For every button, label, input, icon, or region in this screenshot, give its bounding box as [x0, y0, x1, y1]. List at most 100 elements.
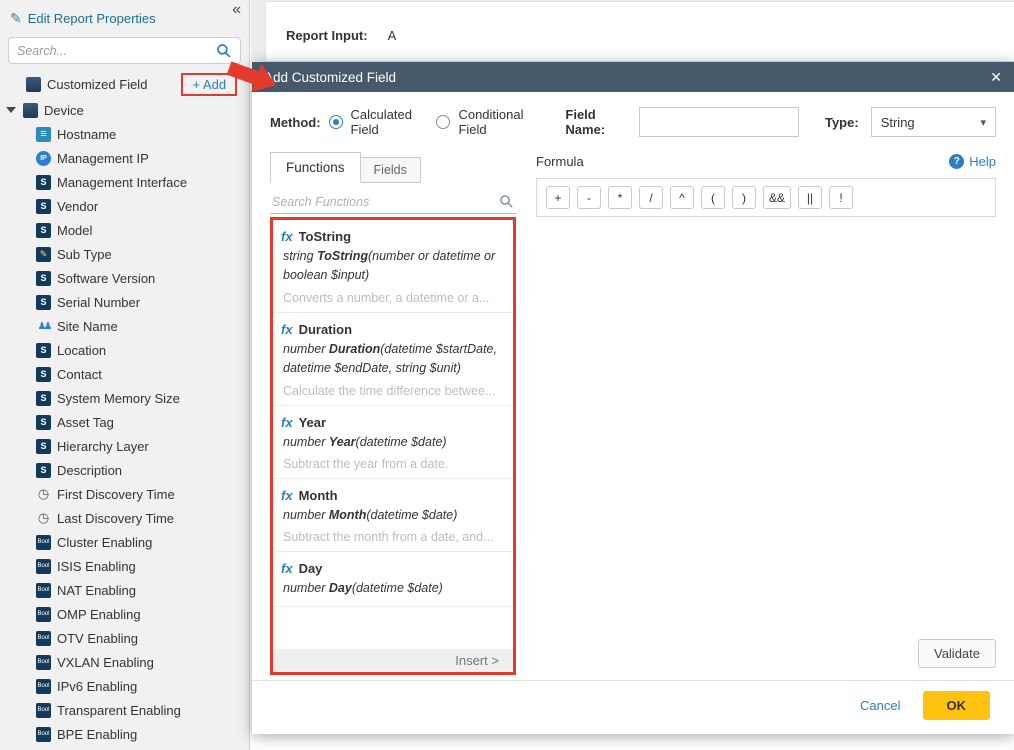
tree-item[interactable]: IPv6 Enabling: [0, 674, 249, 698]
tree-item[interactable]: Management Interface: [0, 170, 249, 194]
bool-icon: [36, 727, 51, 742]
tree-item-label: Last Discovery Time: [57, 511, 174, 526]
sidebar-search-input[interactable]: [17, 44, 216, 58]
tree-group-device[interactable]: Device: [0, 98, 249, 122]
function-search-input[interactable]: [272, 195, 499, 209]
function-name: Month: [299, 488, 338, 503]
add-customized-field-dialog: Add Customized Field ✕ Method: Calculate…: [252, 62, 1014, 734]
tree-item[interactable]: ISIS Enabling: [0, 554, 249, 578]
operator-button[interactable]: ||: [798, 186, 822, 209]
tree-item[interactable]: Location: [0, 338, 249, 362]
ok-button[interactable]: OK: [923, 691, 991, 720]
tree-item[interactable]: Cluster Enabling: [0, 530, 249, 554]
string-icon: [36, 199, 51, 214]
function-item[interactable]: fx Day number Day(datetime $date): [273, 552, 513, 606]
operator-button[interactable]: *: [608, 186, 632, 209]
operator-button[interactable]: !: [829, 186, 853, 209]
tree-item[interactable]: Software Version: [0, 266, 249, 290]
function-item[interactable]: fx Duration number Duration(datetime $st…: [273, 313, 513, 406]
operator-button[interactable]: /: [639, 186, 663, 209]
fields-tree: Customized Field + Add Device Hostname: [0, 70, 249, 746]
tree-item-label: Management Interface: [57, 175, 187, 190]
report-input-row: Report Input: A: [286, 28, 396, 43]
dialog-header: Add Customized Field ✕: [252, 62, 1014, 92]
bool-icon: [36, 703, 51, 718]
radio-conditional-field-label[interactable]: Conditional Field: [458, 107, 539, 137]
search-icon[interactable]: [499, 194, 514, 209]
type-select-value: String: [881, 115, 915, 130]
sidebar-title: Edit Report Properties: [28, 11, 156, 26]
clock-icon: [36, 511, 51, 526]
tree-item[interactable]: System Memory Size: [0, 386, 249, 410]
radio-calculated-field-label[interactable]: Calculated Field: [351, 107, 429, 137]
string-icon: [36, 391, 51, 406]
expand-caret-icon[interactable]: [6, 107, 16, 113]
operator-button[interactable]: (: [701, 186, 725, 209]
operator-button[interactable]: &&: [763, 186, 791, 209]
tree-item[interactable]: Site Name: [0, 314, 249, 338]
tree-item[interactable]: Description: [0, 458, 249, 482]
validate-row: Validate: [536, 633, 996, 680]
function-item[interactable]: fx ToString string ToString(number or da…: [273, 220, 513, 313]
operator-button[interactable]: ^: [670, 186, 694, 209]
sidebar-search-box: [8, 37, 241, 64]
tree-item-label: Software Version: [57, 271, 155, 286]
tree-item[interactable]: Contact: [0, 362, 249, 386]
operator-button[interactable]: +: [546, 186, 570, 209]
tree-item[interactable]: Hierarchy Layer: [0, 434, 249, 458]
field-name-input[interactable]: [639, 107, 799, 137]
tree-item[interactable]: VXLAN Enabling: [0, 650, 249, 674]
function-name: Duration: [299, 322, 352, 337]
tree-item[interactable]: NAT Enabling: [0, 578, 249, 602]
tree-item[interactable]: Transparent Enabling: [0, 698, 249, 722]
tree-item[interactable]: First Discovery Time: [0, 482, 249, 506]
report-input-panel: Report Input: A: [265, 1, 1014, 62]
tree-item[interactable]: Serial Number: [0, 290, 249, 314]
close-icon[interactable]: ✕: [990, 69, 1002, 86]
tree-item[interactable]: Vendor: [0, 194, 249, 218]
tree-item[interactable]: OTV Enabling: [0, 626, 249, 650]
tree-item-label: OMP Enabling: [57, 607, 141, 622]
tree-item[interactable]: BPE Enabling: [0, 722, 249, 746]
operator-button[interactable]: ): [732, 186, 756, 209]
validate-button[interactable]: Validate: [918, 639, 996, 668]
left-tabs: Functions Fields: [270, 152, 516, 183]
tree-item-label: BPE Enabling: [57, 727, 137, 742]
tree-item[interactable]: Model: [0, 218, 249, 242]
tree-item[interactable]: Hostname: [0, 122, 249, 146]
radio-conditional-field[interactable]: [436, 115, 450, 129]
tab-fields[interactable]: Fields: [361, 157, 421, 183]
fx-icon: fx: [281, 322, 293, 337]
formula-editor[interactable]: [536, 217, 996, 633]
radio-calculated-field[interactable]: [329, 115, 343, 129]
function-item[interactable]: fx Month number Month(datetime $date) Su…: [273, 479, 513, 552]
tab-functions[interactable]: Functions: [270, 152, 361, 183]
tree-item[interactable]: Sub Type: [0, 242, 249, 266]
tree-item[interactable]: Management IP: [0, 146, 249, 170]
help-link[interactable]: ? Help: [949, 154, 996, 169]
report-input-label: Report Input:: [286, 28, 368, 43]
field-name-label: Field Name:: [565, 107, 627, 137]
tree-item[interactable]: Last Discovery Time: [0, 506, 249, 530]
tree-item[interactable]: Asset Tag: [0, 410, 249, 434]
string-icon: [36, 175, 51, 190]
function-signature: number Year(datetime $date): [281, 433, 505, 452]
screen: ✎ Edit Report Properties « Customized Fi…: [0, 0, 1014, 750]
dialog-footer: Cancel OK: [252, 680, 1014, 734]
function-item[interactable]: fx Year number Year(datetime $date) Subt…: [273, 406, 513, 479]
string-icon: [36, 439, 51, 454]
function-description: Subtract the month from a date, and...: [281, 530, 505, 544]
search-icon[interactable]: [216, 43, 232, 59]
tree-item-label: Cluster Enabling: [57, 535, 152, 550]
tree-item-customized-field[interactable]: Customized Field + Add: [0, 70, 249, 98]
tree-item-label: Vendor: [57, 199, 98, 214]
site-icon: [36, 319, 51, 334]
collapse-panel-icon[interactable]: «: [232, 1, 241, 19]
sidebar-header: ✎ Edit Report Properties: [0, 0, 249, 30]
operator-button[interactable]: -: [577, 186, 601, 209]
function-name: Day: [299, 561, 323, 576]
type-select[interactable]: String ▾: [871, 107, 996, 137]
insert-button[interactable]: Insert >: [273, 649, 513, 672]
tree-item[interactable]: OMP Enabling: [0, 602, 249, 626]
cancel-button[interactable]: Cancel: [860, 698, 900, 713]
